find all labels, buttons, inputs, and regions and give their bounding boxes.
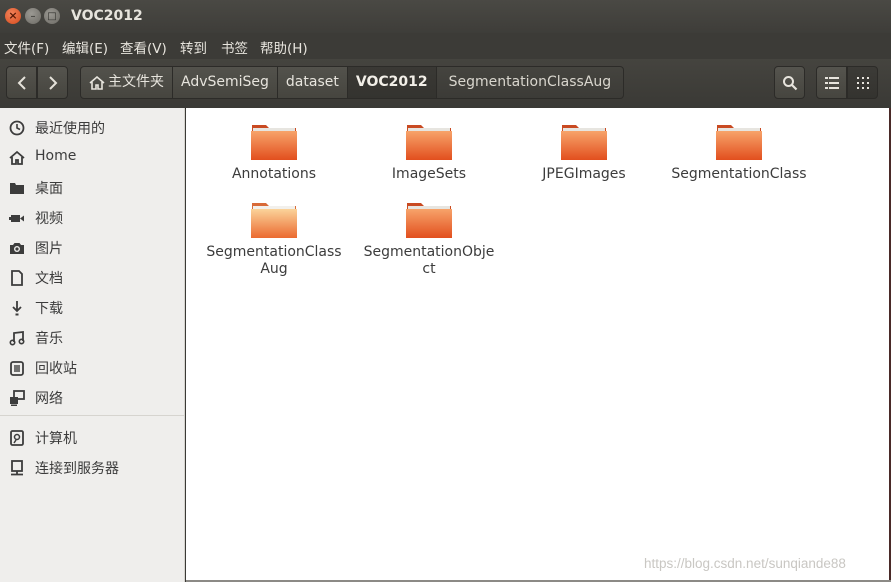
folder-label: JPEGImages [542,166,626,182]
folder-item[interactable]: Annotations [204,122,344,183]
sidebar-item-label: 图片 [35,241,63,257]
sidebar-item-music[interactable]: 音乐 [0,323,185,353]
breadcrumb: 主文件夹 AdvSemiSeg dataset VOC2012 Segmenta… [80,66,625,99]
computer-icon [10,430,24,446]
sidebar-item-label: 回收站 [35,361,77,377]
grid-view-button[interactable] [847,66,878,99]
recent-clock-icon [9,120,25,136]
folder-label: ImageSets [391,166,467,182]
forward-arrow-icon [48,76,57,90]
document-icon [11,270,23,286]
sidebar-item-label: 视频 [35,211,63,227]
menu-bookmarks[interactable]: 书签 [221,37,248,57]
menu-edit[interactable]: 编辑(E) [62,37,108,57]
sidebar-item-videos[interactable]: 视频 [0,203,185,233]
sidebar-item-home[interactable]: Home [0,143,185,173]
minimize-window-button[interactable]: – [25,8,41,24]
home-icon [89,75,105,90]
watermark-text: https://blog.csdn.net/sunqiande88 [644,556,846,571]
music-icon [9,330,25,346]
folder-icon [406,203,452,238]
sidebar-item-label: 下载 [35,301,63,317]
maximize-window-button[interactable]: □ [44,8,60,24]
forward-button[interactable] [37,66,68,99]
sidebar-item-computer[interactable]: 计算机 [0,423,185,453]
list-view-icon [824,76,839,89]
grid-view-icon [856,76,869,89]
folder-item[interactable]: ImageSets [359,122,499,183]
sidebar-item-trash[interactable]: 回收站 [0,353,185,383]
trash-icon [10,361,24,376]
home-icon [9,150,25,165]
sidebar-item-desktop[interactable]: 桌面 [0,173,185,203]
menu-view[interactable]: 查看(V) [120,37,167,57]
download-icon [12,301,22,316]
folder-label: SegmentationClass Aug [206,244,342,277]
menu-help[interactable]: 帮助(H) [260,37,308,57]
folder-label: SegmentationClass [671,166,807,182]
sidebar-item-documents[interactable]: 文档 [0,263,185,293]
close-window-button[interactable]: × [5,8,21,24]
sidebar-item-label: 连接到服务器 [35,461,119,477]
folder-icon [716,125,762,160]
search-button[interactable] [774,66,805,99]
sidebar-item-recent[interactable]: 最近使用的 [0,113,185,143]
file-icon-view: Annotations ImageSets JPEGImages Segment… [186,108,889,580]
folder-item[interactable]: SegmentationClass [669,122,809,183]
sidebar-divider [0,415,185,416]
list-view-button[interactable] [816,66,847,99]
folder-icon [561,125,607,160]
sidebar-item-label: 桌面 [35,181,63,197]
server-icon [11,460,23,476]
folder-item[interactable]: SegmentationObje ct [359,200,499,278]
menu-bar: 文件(F) 编辑(E) 查看(V) 转到 书签 帮助(H) [0,33,891,59]
breadcrumb-home[interactable]: 主文件夹 [80,66,173,99]
title-bar: × – □ VOC2012 [0,0,891,33]
sidebar-item-network[interactable]: 网络 [0,383,185,413]
folder-icon [406,125,452,160]
breadcrumb-segmentationclassaug[interactable]: SegmentationClassAug [436,66,625,99]
menu-go[interactable]: 转到 [180,37,207,57]
sidebar-item-label: 音乐 [35,331,63,347]
folder-label: Annotations [231,166,317,182]
sidebar-item-downloads[interactable]: 下载 [0,293,185,323]
sidebar-item-label: 文档 [35,271,63,287]
network-icon [10,390,25,406]
back-arrow-icon [17,76,26,90]
sidebar-item-pictures[interactable]: 图片 [0,233,185,263]
breadcrumb-voc2012[interactable]: VOC2012 [347,66,437,99]
search-icon [782,75,797,90]
toolbar: 主文件夹 AdvSemiSeg dataset VOC2012 Segmenta… [0,59,891,109]
sidebar-item-label: 网络 [35,391,63,407]
folder-item[interactable]: JPEGImages [514,122,654,183]
desktop-folder-icon [10,183,24,194]
window-title: VOC2012 [71,8,143,24]
sidebar-item-connect-server[interactable]: 连接到服务器 [0,453,185,483]
camera-icon [10,243,24,254]
video-icon [9,215,24,222]
folder-item[interactable]: SegmentationClass Aug [204,200,344,278]
folder-icon [251,125,297,160]
sidebar-item-label: 最近使用的 [35,121,105,137]
menu-file[interactable]: 文件(F) [4,37,49,57]
breadcrumb-advsemiseg[interactable]: AdvSemiSeg [173,66,278,99]
sidebar-item-label: 计算机 [35,431,77,447]
breadcrumb-home-label: 主文件夹 [108,74,164,90]
breadcrumb-dataset[interactable]: dataset [277,66,348,99]
sidebar: 最近使用的 Home 桌面 视频 图片 文档 下载 音乐 回收站 网络 计算机 [0,108,185,582]
folder-icon [251,203,297,238]
sidebar-item-label: Home [35,148,77,164]
back-button[interactable] [6,66,37,99]
folder-label: SegmentationObje ct [363,244,495,277]
